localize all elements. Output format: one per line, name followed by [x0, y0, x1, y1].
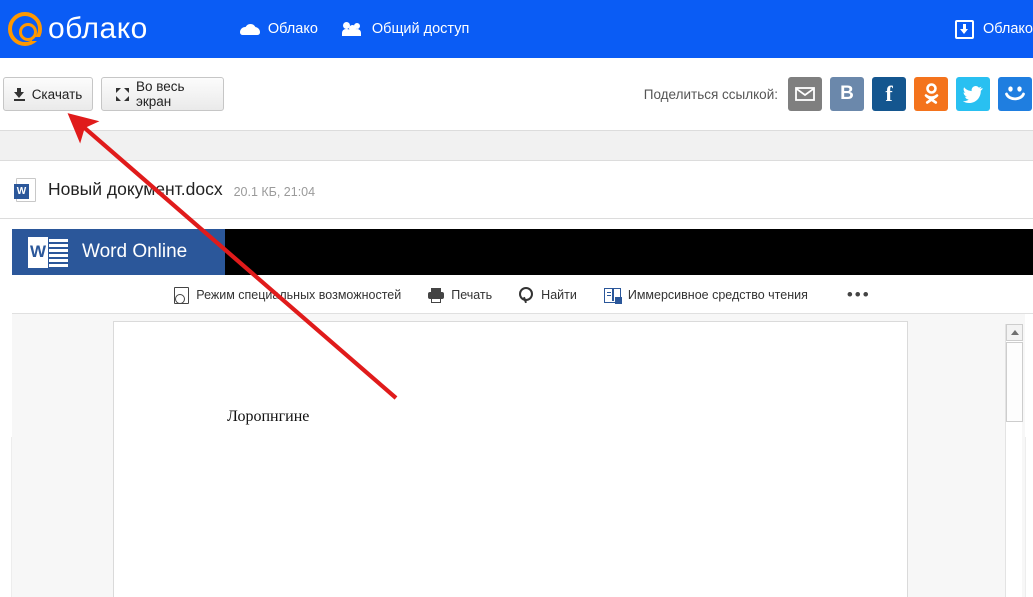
document-canvas: Лоропнгине: [12, 314, 1025, 597]
nav-item-cloud[interactable]: Облако: [239, 21, 318, 37]
fullscreen-button-label: Во весь экран: [136, 79, 185, 109]
facebook-share-icon[interactable]: f: [872, 77, 906, 111]
find-button[interactable]: Найти: [519, 287, 577, 303]
fullscreen-button[interactable]: Во весь экран: [101, 77, 224, 111]
download-box-icon: [954, 19, 974, 39]
download-button[interactable]: Скачать: [3, 77, 93, 111]
print-label: Печать: [451, 288, 493, 302]
header-cloud-action[interactable]: Облако: [954, 0, 1033, 58]
page-root: облако Облако Общий доступ Облако Скачат…: [0, 0, 1033, 597]
vk-share-icon[interactable]: B: [830, 77, 864, 111]
word-online-brand: W Word Online: [12, 229, 225, 275]
cloud-icon: [239, 23, 260, 35]
fullscreen-icon: [116, 87, 129, 101]
people-icon: [341, 22, 364, 36]
nav-item-cloud-label: Облако: [267, 21, 318, 37]
facebook-share-glyph: f: [885, 81, 893, 106]
file-info-row: Новый документ.docx 20.1 КБ, 21:04: [0, 161, 1033, 218]
word-toolbar: Режим специальных возможностей Печать На…: [12, 277, 1033, 314]
header-cloud-action-label: Облако: [982, 21, 1033, 37]
at-sign-icon: [8, 12, 42, 46]
moimir-share-icon[interactable]: [998, 77, 1032, 111]
nav-item-shared[interactable]: Общий доступ: [341, 21, 470, 37]
word-logo-icon: W: [28, 236, 68, 268]
viewer-left-rail: [0, 437, 12, 597]
document-viewer: W Word Online Режим специальных возможно…: [0, 218, 1033, 597]
immersive-reader-icon: [603, 287, 622, 304]
document-body-text: Лоропнгине: [227, 408, 310, 425]
word-online-banner: W Word Online: [12, 229, 1033, 275]
vk-share-glyph: B: [840, 83, 854, 104]
viewer-right-rail: [1025, 437, 1033, 597]
brand-logo[interactable]: облако: [8, 12, 148, 46]
download-button-label: Скачать: [31, 86, 83, 102]
app-header: облако Облако Общий доступ Облако: [0, 0, 1033, 58]
header-nav: Облако Общий доступ: [239, 21, 470, 37]
share-label: Поделиться ссылкой:: [643, 86, 778, 102]
accessibility-icon: [174, 286, 190, 304]
find-label: Найти: [541, 288, 577, 302]
file-meta: 20.1 КБ, 21:04: [233, 184, 316, 199]
print-button[interactable]: Печать: [428, 287, 493, 303]
accessibility-mode-button[interactable]: Режим специальных возможностей: [174, 286, 402, 304]
brand-label: облако: [48, 12, 148, 45]
search-icon: [519, 287, 534, 303]
document-scrollbar[interactable]: [1005, 324, 1023, 597]
email-share-icon[interactable]: [788, 77, 822, 111]
scroll-up-button[interactable]: [1006, 324, 1023, 341]
word-file-icon: [14, 177, 36, 202]
odnoklassniki-share-icon[interactable]: [914, 77, 948, 111]
share-section: Поделиться ссылкой: B f: [644, 77, 1032, 111]
accessibility-mode-label: Режим специальных возможностей: [196, 288, 402, 302]
scrollbar-thumb[interactable]: [1006, 342, 1023, 422]
file-name: Новый документ.docx: [48, 179, 223, 199]
nav-item-shared-label: Общий доступ: [371, 21, 470, 37]
immersive-reader-label: Иммерсивное средство чтения: [627, 288, 808, 302]
immersive-reader-button[interactable]: Иммерсивное средство чтения: [603, 287, 808, 304]
twitter-share-icon[interactable]: [956, 77, 990, 111]
document-page: Лоропнгине: [113, 321, 908, 597]
section-divider-band: [0, 130, 1033, 161]
print-icon: [428, 287, 445, 303]
word-online-title: Word Online: [82, 241, 188, 262]
more-options-button[interactable]: •••: [847, 285, 871, 305]
action-toolbar: Скачать Во весь экран Поделиться ссылкой…: [0, 58, 1033, 130]
download-icon: [13, 87, 25, 101]
